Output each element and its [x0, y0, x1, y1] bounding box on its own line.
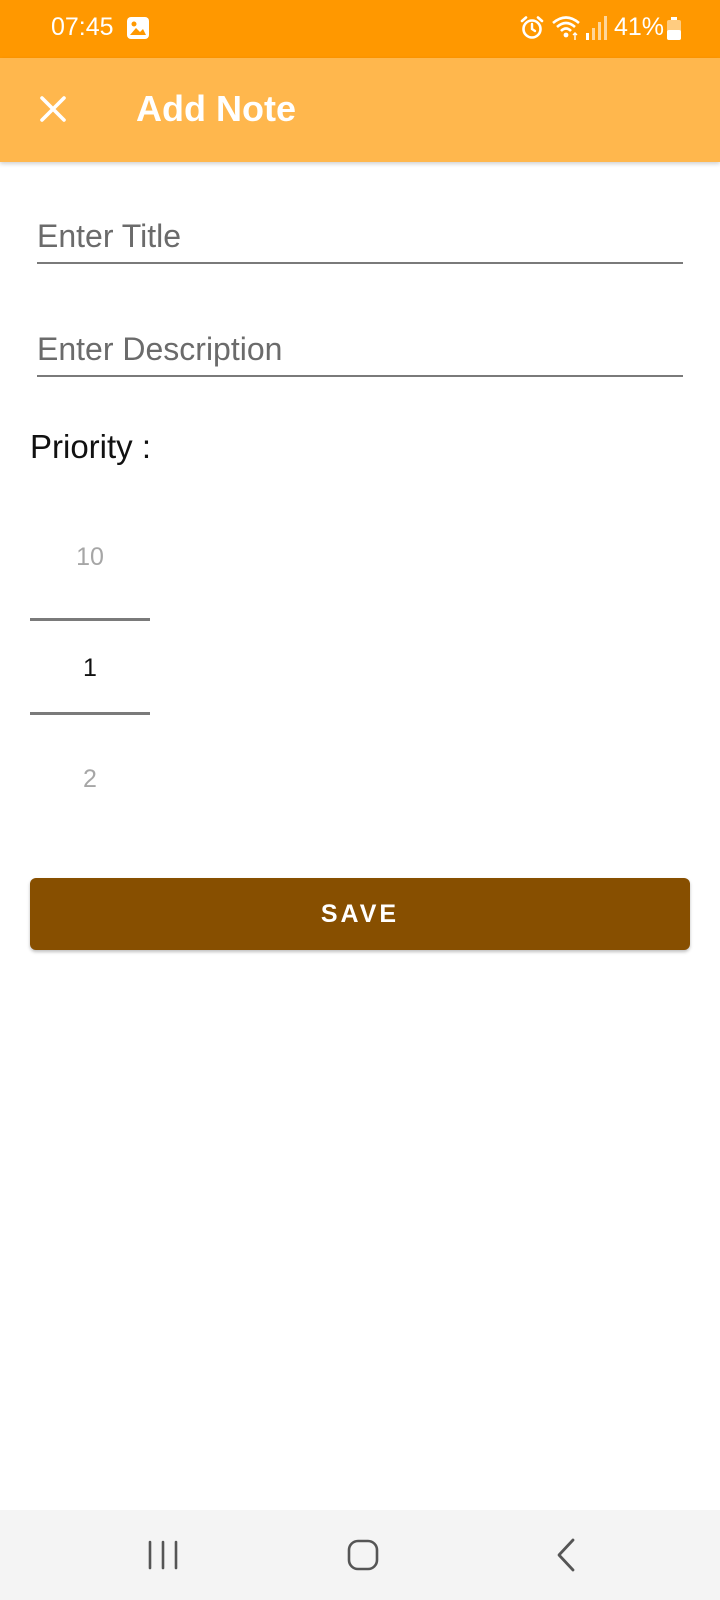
- battery-percentage: 41%: [614, 13, 665, 41]
- picker-current-value[interactable]: 1: [30, 654, 150, 683]
- save-button[interactable]: SAVE: [30, 878, 690, 950]
- picker-next-value[interactable]: 2: [30, 765, 150, 794]
- picker-previous-value[interactable]: 10: [30, 543, 150, 572]
- battery-icon: [667, 17, 681, 40]
- wifi-icon: [552, 16, 580, 40]
- title-field: [37, 202, 683, 264]
- home-icon[interactable]: [338, 1532, 388, 1578]
- priority-label: Priority :: [30, 428, 152, 465]
- alarm-icon: [520, 16, 544, 39]
- close-button[interactable]: [24, 80, 82, 138]
- description-input[interactable]: [37, 315, 683, 375]
- back-icon[interactable]: [542, 1532, 592, 1578]
- add-note-screen: 07:45 41% Add Note Enter Title Enter Des…: [0, 0, 720, 1600]
- title-input[interactable]: [37, 202, 683, 262]
- picker-divider-top: [30, 618, 150, 621]
- priority-number-picker[interactable]: 10 1 2: [30, 500, 150, 840]
- description-field: [37, 315, 683, 377]
- picker-divider-bottom: [30, 712, 150, 715]
- recent-apps-icon[interactable]: [138, 1532, 188, 1578]
- navigation-bar: [0, 1510, 720, 1600]
- page-title: Add Note: [136, 88, 296, 129]
- close-icon: [40, 96, 66, 122]
- signal-icon: [586, 16, 607, 40]
- status-bar: 07:45 41%: [0, 0, 720, 58]
- app-bar: Add Note: [0, 58, 720, 162]
- status-time: 07:45: [51, 13, 114, 41]
- gallery-icon: [127, 17, 149, 39]
